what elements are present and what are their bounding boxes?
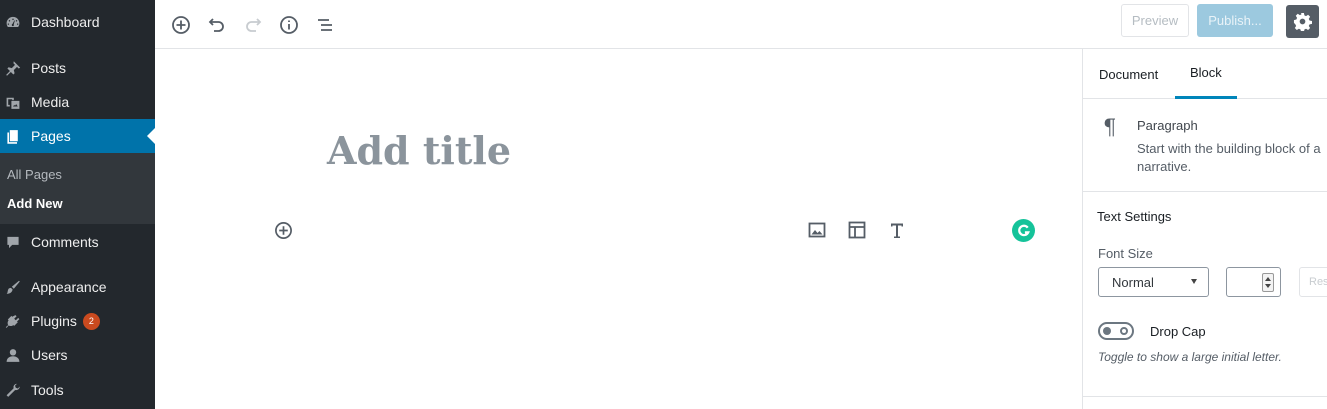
undo-button[interactable]: [201, 9, 233, 41]
undo-icon: [208, 18, 224, 32]
menu-label-pages: Pages: [31, 128, 71, 144]
grammarly-button[interactable]: [1012, 219, 1035, 242]
user-icon: [5, 347, 21, 363]
menu-item-users[interactable]: Users: [0, 338, 155, 372]
media-icon: [5, 94, 21, 110]
menu-item-dashboard[interactable]: Dashboard: [0, 5, 155, 39]
add-block-icon: [274, 221, 292, 239]
block-inserter-button[interactable]: [272, 219, 294, 241]
insert-image-button[interactable]: [805, 218, 829, 242]
editor-canvas: Add title: [155, 50, 1082, 409]
drop-cap-label: Drop Cap: [1150, 324, 1206, 339]
toggle-off-icon: [1120, 327, 1128, 335]
menu-label-plugins: Plugins: [31, 313, 77, 329]
submenu-item-add-new[interactable]: Add New: [7, 196, 63, 211]
font-size-reset-button[interactable]: Reset: [1299, 267, 1327, 297]
outline-icon: [318, 19, 332, 31]
menu-label-media: Media: [31, 94, 70, 110]
plugins-update-badge: 2: [82, 312, 100, 330]
gear-icon: [1293, 12, 1312, 31]
post-title-input[interactable]: Add title: [327, 128, 511, 173]
paragraph-icon: ¶: [1103, 115, 1117, 139]
insert-gallery-button[interactable]: [845, 218, 869, 242]
block-name: Paragraph: [1137, 118, 1198, 133]
wrench-icon: [5, 382, 21, 398]
editor-toolbar: Preview Publish...: [155, 0, 1327, 49]
font-size-value: Normal: [1112, 274, 1154, 290]
sidebar-tabs: Document Block: [1083, 49, 1327, 99]
menu-label-users: Users: [31, 347, 68, 363]
menu-item-pages[interactable]: Pages: [0, 119, 155, 153]
paintbrush-icon: [5, 279, 21, 295]
menu-item-appearance[interactable]: Appearance: [0, 270, 155, 304]
settings-sidebar: Document Block ¶ Paragraph Start with th…: [1082, 49, 1327, 409]
tab-block[interactable]: Block: [1175, 49, 1237, 99]
menu-label-tools: Tools: [31, 382, 64, 398]
menu-item-media[interactable]: Media: [0, 85, 155, 119]
number-spinner-icon[interactable]: [1262, 273, 1274, 292]
add-block-icon: [172, 16, 190, 34]
gallery-icon: [848, 221, 866, 239]
tab-document[interactable]: Document: [1099, 49, 1158, 99]
heading-icon: [891, 223, 903, 238]
submenu-item-all-pages[interactable]: All Pages: [7, 167, 62, 182]
block-description-line-2: narrative.: [1137, 159, 1192, 174]
block-description: Start with the building block of a narra…: [1137, 140, 1327, 176]
settings-toggle-button[interactable]: [1286, 5, 1319, 38]
font-size-label: Font Size: [1098, 246, 1153, 261]
drop-cap-help-text: Toggle to show a large initial letter.: [1098, 350, 1282, 364]
preview-button[interactable]: Preview: [1121, 4, 1189, 37]
redo-button[interactable]: [237, 9, 269, 41]
grammarly-icon: [1018, 224, 1030, 237]
custom-font-size-input[interactable]: [1226, 267, 1281, 297]
menu-item-tools[interactable]: Tools: [0, 373, 155, 407]
redo-icon: [246, 18, 262, 32]
pages-submenu: All Pages Add New: [0, 153, 155, 224]
menu-label-dashboard: Dashboard: [31, 14, 100, 30]
insert-heading-button[interactable]: [885, 218, 909, 242]
plugin-icon: [5, 313, 21, 329]
block-navigation-button[interactable]: [309, 9, 341, 41]
font-size-select[interactable]: Normal: [1098, 267, 1209, 297]
drop-cap-toggle[interactable]: [1098, 322, 1134, 340]
toggle-knob: [1103, 327, 1111, 335]
image-icon: [808, 222, 826, 238]
menu-label-comments: Comments: [31, 234, 99, 250]
menu-label-posts: Posts: [31, 60, 67, 76]
publish-button[interactable]: Publish...: [1197, 4, 1273, 37]
menu-item-comments[interactable]: Comments: [0, 225, 155, 259]
menu-item-posts[interactable]: Posts: [0, 51, 155, 85]
admin-sidebar: Dashboard Posts Media Pages All Pages Ad…: [0, 0, 155, 409]
add-block-button[interactable]: [165, 9, 197, 41]
block-description-line-1: Start with the building block of a: [1137, 141, 1321, 156]
dashboard-icon: [5, 14, 21, 30]
pin-icon: [5, 60, 21, 76]
block-card: ¶ Paragraph Start with the building bloc…: [1083, 100, 1327, 192]
text-settings-title[interactable]: Text Settings: [1097, 209, 1171, 224]
menu-item-plugins[interactable]: Plugins 2: [0, 304, 155, 338]
info-icon: [280, 16, 298, 34]
panel-divider: [1083, 396, 1327, 397]
menu-label-appearance: Appearance: [31, 279, 107, 295]
comment-icon: [5, 234, 21, 250]
chevron-down-icon: [1191, 279, 1197, 284]
content-info-button[interactable]: [273, 9, 305, 41]
pages-icon: [5, 128, 21, 144]
